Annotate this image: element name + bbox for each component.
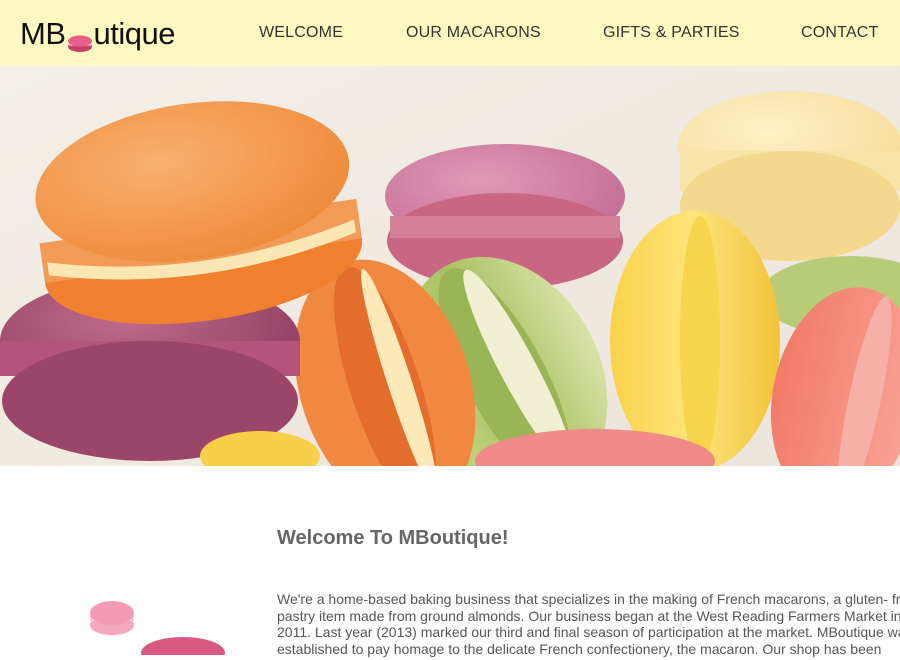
page-title: Welcome To MBoutique!	[277, 527, 509, 549]
nav-contact[interactable]: CONTACT	[801, 24, 879, 42]
nav-gifts-parties[interactable]: GIFTS & PARTIES	[603, 24, 740, 42]
main-nav: WELCOME OUR MACARONS GIFTS & PARTIES CON…	[0, 24, 900, 44]
site-header: MB utique WELCOME OUR MACARONS GIFTS & P…	[0, 0, 900, 66]
nav-our-macarons[interactable]: OUR MACARONS	[406, 24, 541, 42]
intro-paragraph: We're a home-based baking business that …	[277, 591, 900, 657]
nav-welcome[interactable]: WELCOME	[259, 24, 343, 42]
decorative-macaron-icon	[80, 595, 240, 660]
hero-macarons-image	[0, 66, 900, 466]
